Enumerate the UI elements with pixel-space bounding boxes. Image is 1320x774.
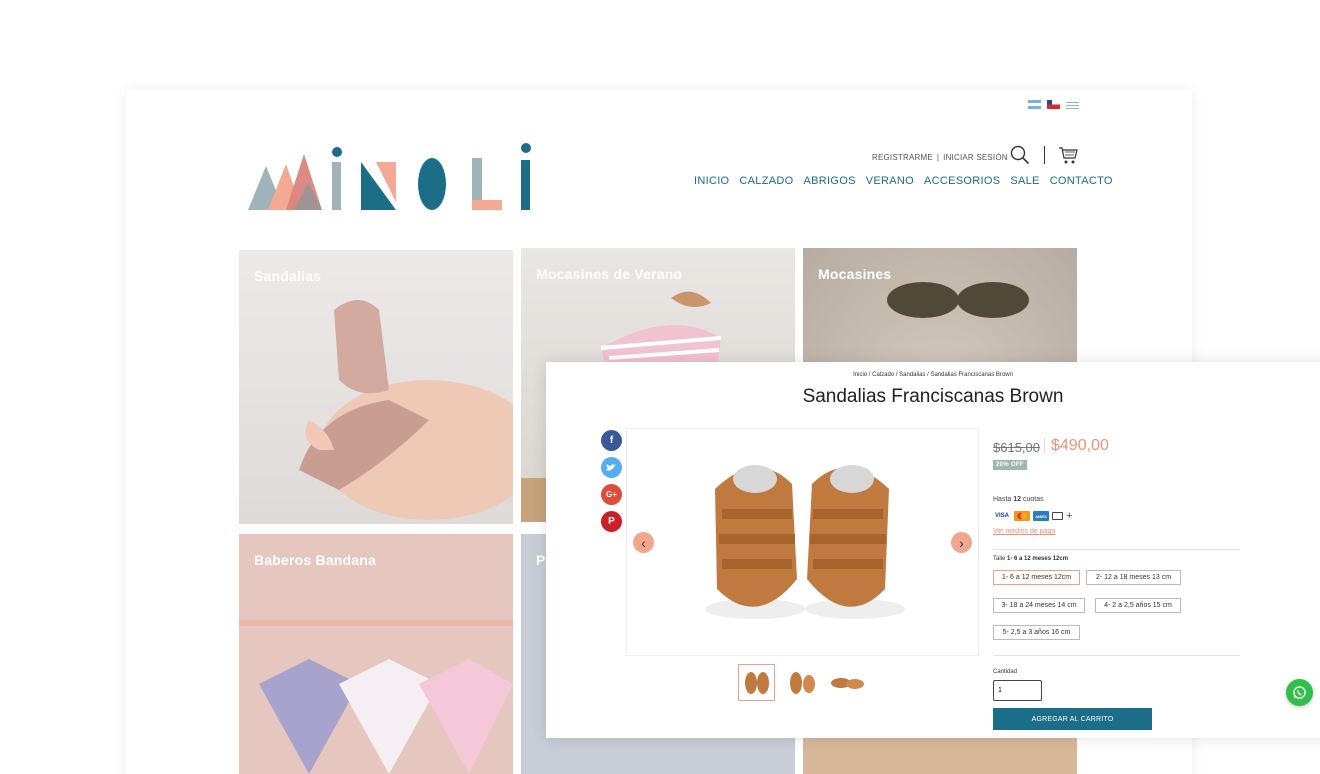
- price-divider: [1044, 438, 1045, 454]
- facebook-icon[interactable]: f: [601, 430, 622, 451]
- visa-card-icon: VISA: [993, 511, 1011, 521]
- uruguay-flag-icon[interactable]: [1066, 100, 1079, 109]
- thumbnail-3[interactable]: [828, 664, 865, 701]
- google-plus-icon[interactable]: G+: [601, 484, 622, 505]
- payment-cards: VISA AMEX +: [993, 510, 1072, 522]
- size-selected: 1- 6 a 12 meses 12cm: [1007, 556, 1069, 562]
- size-label: Talle 1- 6 a 12 meses 12cm: [993, 556, 1068, 562]
- installments-prefix: Hasta: [993, 496, 1012, 503]
- pinterest-icon[interactable]: P: [601, 511, 622, 532]
- installments-count: 12: [1013, 496, 1022, 503]
- category-title: Mocasines de Verano: [536, 266, 683, 282]
- size-option-1[interactable]: 1- 6 a 12 meses 12cm: [993, 570, 1080, 585]
- breadcrumb[interactable]: Inicio / Calzado / Sandalias / Sandalias…: [546, 372, 1320, 378]
- nav-accesorios[interactable]: ACCESORIOS: [924, 175, 1000, 187]
- more-cards-icon: +: [1066, 510, 1073, 522]
- next-image-arrow-icon[interactable]: ›: [951, 532, 972, 553]
- price-sale: $490,00: [1051, 437, 1109, 454]
- main-nav: INICIO CALZADO ABRIGOS VERANO ACCESORIOS…: [694, 175, 1113, 187]
- twitter-icon[interactable]: [601, 457, 622, 478]
- divider: [993, 655, 1240, 656]
- size-option-4[interactable]: 4- 2 a 2,5 años 15 cm: [1095, 598, 1181, 613]
- category-title: Sandalias: [254, 268, 322, 284]
- thumbnail-strip: [738, 664, 865, 701]
- nav-calzado[interactable]: CALZADO: [739, 175, 793, 187]
- divider: [993, 549, 1240, 550]
- nav-inicio[interactable]: INICIO: [694, 175, 729, 187]
- header-divider: [1044, 146, 1045, 164]
- size-option-5[interactable]: 5- 2,5 a 3 años 16 cm: [993, 625, 1080, 640]
- cart-icon[interactable]: [1058, 145, 1078, 165]
- size-option-3[interactable]: 3- 18 a 24 meses 14 cm: [993, 598, 1085, 613]
- quantity-label: Cantidad: [993, 669, 1018, 675]
- category-title: P: [536, 552, 546, 568]
- mastercard-icon: [1014, 511, 1030, 521]
- chile-flag-icon[interactable]: [1047, 100, 1060, 109]
- product-image: [705, 465, 905, 619]
- account-separator: |: [936, 153, 940, 162]
- installments-suffix: cuotas: [1023, 496, 1044, 503]
- register-link[interactable]: REGISTRARME: [872, 153, 933, 162]
- sandal-photo: [299, 300, 513, 520]
- generic-card-icon: [1052, 512, 1063, 520]
- product-title: Sandalias Franciscanas Brown: [802, 386, 1064, 407]
- size-option-2[interactable]: 2- 12 a 18 meses 13 cm: [1086, 570, 1181, 585]
- amex-card-icon: AMEX: [1033, 511, 1049, 521]
- nav-contacto[interactable]: CONTACTO: [1050, 175, 1113, 187]
- language-flags: [1028, 100, 1079, 109]
- prev-image-arrow-icon[interactable]: ‹: [633, 532, 654, 553]
- category-tile-baberos[interactable]: Baberos Bandana: [239, 534, 513, 774]
- add-to-cart-button[interactable]: AGREGAR AL CARRITO: [993, 708, 1152, 730]
- category-title: Baberos Bandana: [254, 552, 377, 568]
- payment-methods-link[interactable]: Ver medios de pago: [993, 528, 1055, 535]
- argentina-flag-icon[interactable]: [1028, 100, 1041, 109]
- whatsapp-icon[interactable]: [1286, 679, 1313, 706]
- bib-photo: [239, 620, 513, 774]
- account-links: REGISTRARME | INICIAR SESIÓN: [872, 153, 1008, 162]
- quantity-input[interactable]: [993, 680, 1042, 701]
- login-link[interactable]: INICIAR SESIÓN: [943, 153, 1008, 162]
- category-title: Mocasines: [818, 266, 892, 282]
- product-gallery: ‹ ›: [626, 428, 979, 656]
- discount-badge: 20% OFF: [993, 460, 1027, 470]
- thumbnail-1[interactable]: [738, 664, 775, 701]
- price-original: $615,00: [993, 440, 1040, 455]
- nav-verano[interactable]: VERANO: [866, 175, 914, 187]
- search-icon[interactable]: [1010, 145, 1030, 165]
- product-modal: Inicio / Calzado / Sandalias / Sandalias…: [546, 362, 1320, 738]
- category-tile-sandalias[interactable]: Sandalias: [239, 250, 513, 524]
- minoli-logo[interactable]: [246, 142, 536, 212]
- share-buttons: f G+ P: [601, 430, 622, 532]
- page: REGISTRARME | INICIAR SESIÓN INICIO CALZ…: [0, 0, 1320, 774]
- installments-text: Hasta 12 cuotas: [993, 496, 1044, 503]
- nav-sale[interactable]: SALE: [1010, 175, 1039, 187]
- thumbnail-2[interactable]: [783, 664, 820, 701]
- size-label-text: Talle: [993, 556, 1006, 562]
- nav-abrigos[interactable]: ABRIGOS: [803, 175, 855, 187]
